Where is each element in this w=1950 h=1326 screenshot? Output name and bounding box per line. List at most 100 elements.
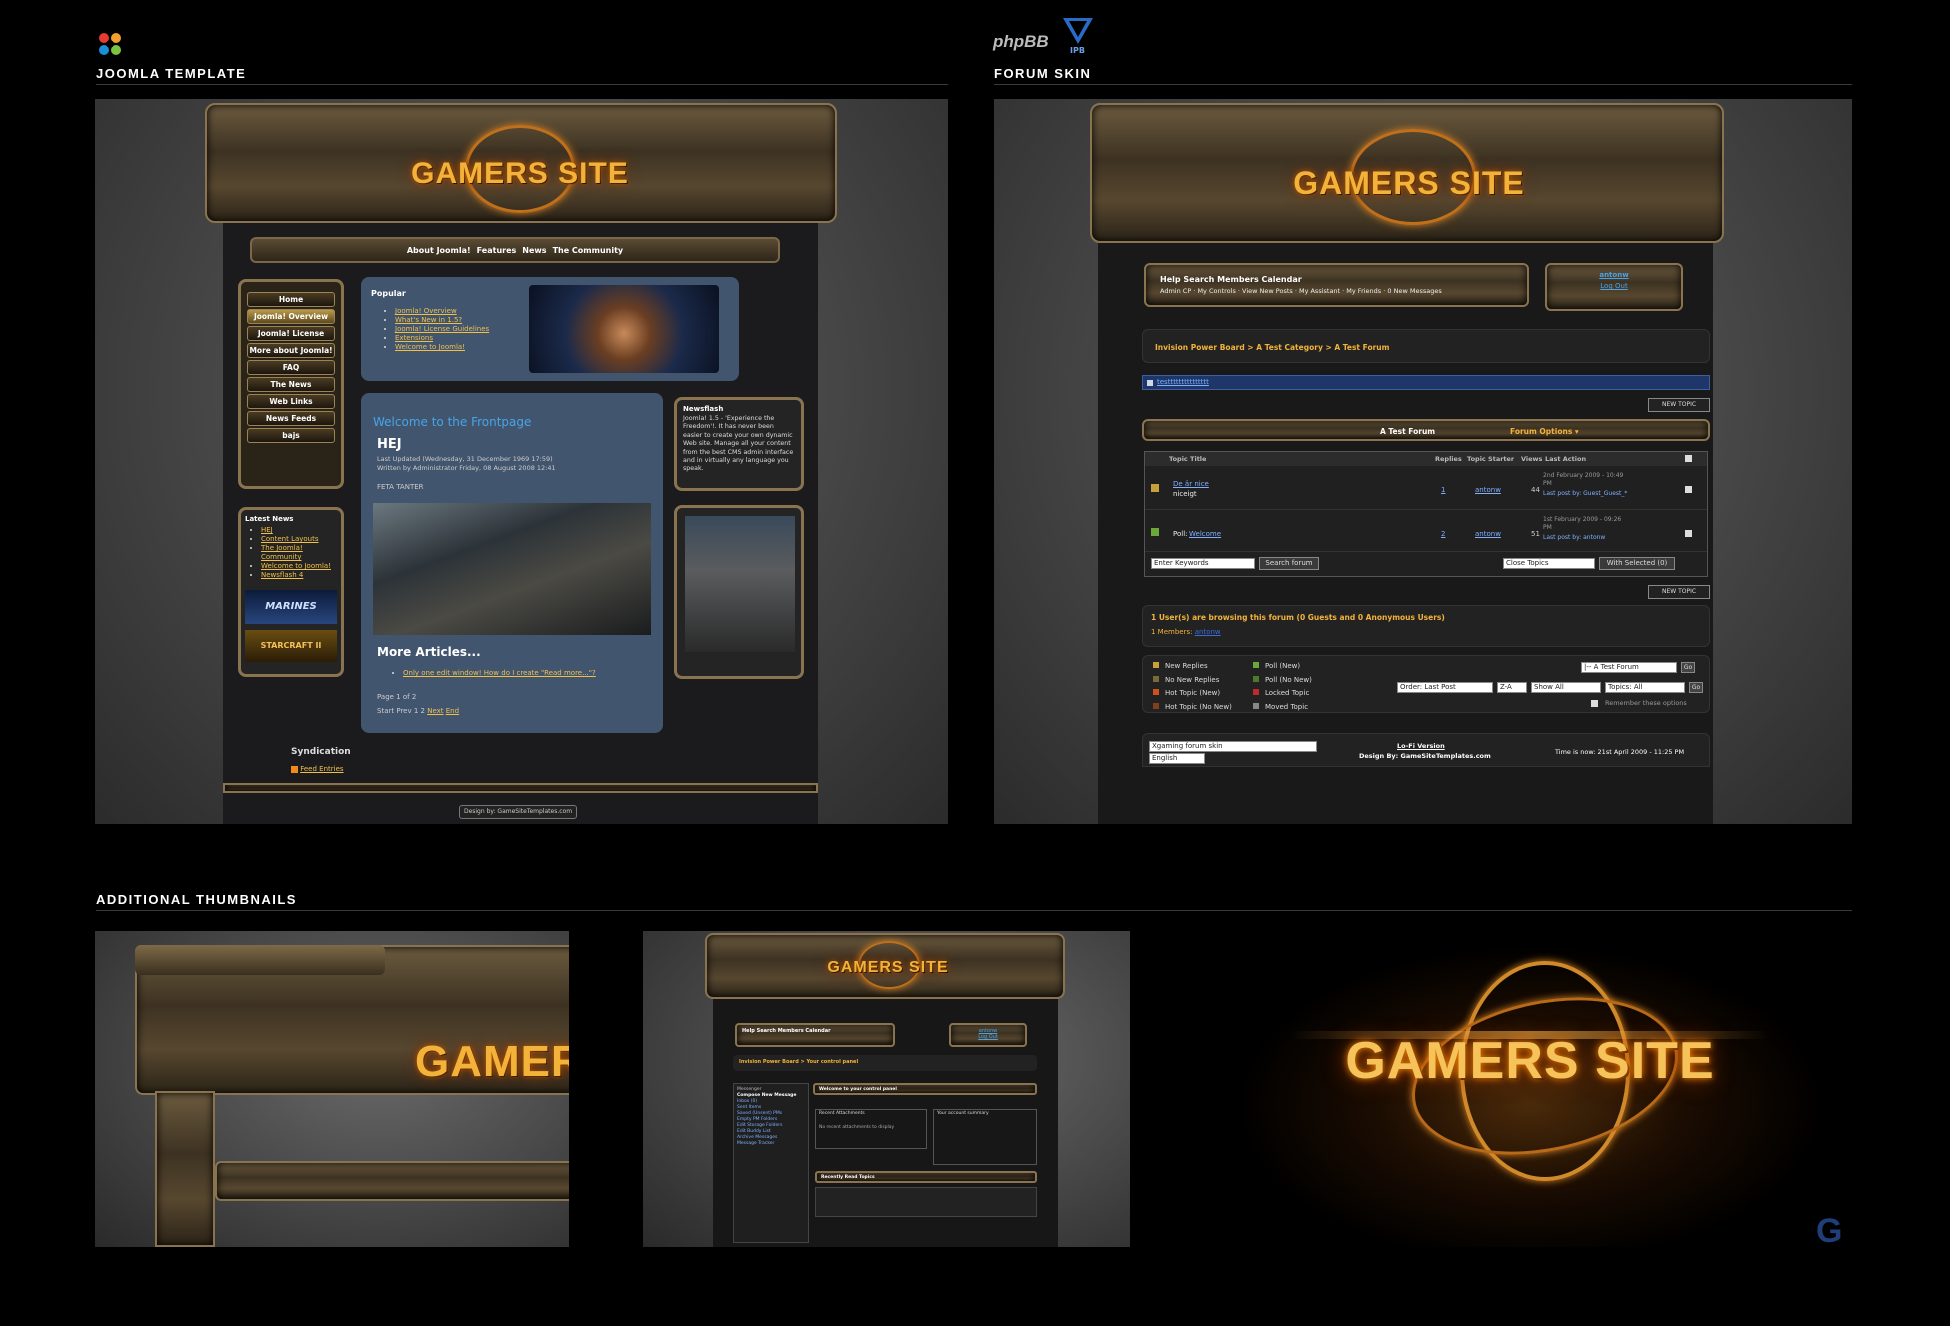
latest-news-link[interactable]: Newsflash 4 [261, 571, 303, 579]
cp-logout[interactable]: Log Out [951, 1034, 1025, 1040]
forum-options[interactable]: Forum Options ▾ [1510, 427, 1579, 436]
popular-title: Popular [371, 289, 406, 298]
rss-icon [291, 765, 298, 773]
table-row: De är nice niceigt 1 antonw 44 2nd Febru… [1145, 468, 1707, 510]
menu-news-feeds[interactable]: News Feeds [247, 411, 335, 426]
breadcrumb[interactable]: Invision Power Board > A Test Category >… [1155, 343, 1389, 352]
menu-news[interactable]: The News [247, 377, 335, 392]
nav-news[interactable]: News [522, 246, 546, 255]
skin-select[interactable]: Xgaming forum skin [1149, 741, 1317, 752]
popular-link[interactable]: What's New in 1.5? [395, 316, 462, 324]
forum-sub-nav[interactable]: Admin CP · My Controls · View New Posts … [1160, 287, 1513, 295]
announcement-link[interactable]: testtttttttttttttt [1157, 378, 1209, 386]
latest-news-title: Latest News [245, 515, 294, 523]
nav-features[interactable]: Features [477, 246, 517, 255]
menu-home[interactable]: Home [247, 292, 335, 307]
popular-link[interactable]: Extensions [395, 334, 433, 342]
menu-overview[interactable]: Joomla! Overview [247, 309, 335, 324]
latest-news-link[interactable]: The Joomla! Community [261, 544, 303, 561]
topic-checkbox[interactable] [1685, 486, 1692, 493]
divider [994, 84, 1852, 85]
popular-box: Popular Joomla! Overview What's New in 1… [361, 277, 739, 381]
search-forum-button[interactable]: Search forum [1259, 557, 1319, 570]
show-select[interactable]: Show All [1531, 682, 1601, 693]
menu-bajs[interactable]: bajs [247, 428, 335, 443]
latest-news-link[interactable]: HEJ [261, 526, 273, 534]
big-logo: GAMERS SITE [1345, 1032, 1715, 1090]
feed-link[interactable]: Feed Entries [300, 765, 343, 773]
topics-filter-select[interactable]: Topics: All [1605, 682, 1685, 693]
latest-news-link[interactable]: Content Layouts [261, 535, 319, 543]
lofi-link[interactable]: Lo-Fi Version [1397, 742, 1445, 750]
close-topics-select[interactable]: Close Topics [1503, 558, 1595, 569]
ipb-text: IPB [1070, 46, 1085, 55]
starcraft-banner[interactable]: STARCRAFT II [245, 630, 337, 662]
menu-faq[interactable]: FAQ [247, 360, 335, 375]
menu-license[interactable]: Joomla! License [247, 326, 335, 341]
menu-more-about[interactable]: More about Joomla! [247, 343, 335, 358]
latest-news-link[interactable]: Welcome to Joomla! [261, 562, 331, 570]
main-menu: Home Joomla! Overview Joomla! License Mo… [238, 279, 344, 489]
topic-title-link[interactable]: Welcome [1189, 530, 1221, 538]
newsflash-title: Newsflash [683, 405, 724, 413]
divider [96, 84, 948, 85]
time-now: Time is now: 21st April 2009 - 11:25 PM [1555, 748, 1685, 756]
logout-link[interactable]: Log Out [1547, 282, 1681, 290]
legend-box: New Replies No New Replies Hot Topic (Ne… [1142, 655, 1710, 713]
search-input[interactable]: Enter Keywords [1151, 558, 1255, 569]
divider [96, 910, 1852, 911]
article-body: FETA TANTER [377, 483, 424, 491]
design-credit[interactable]: Design By: GameSiteTemplates.com [1359, 752, 1491, 760]
popular-link[interactable]: Joomla! Overview [395, 307, 457, 315]
topic-views: 51 [1531, 530, 1540, 538]
forum-skin-screenshot: GAMERS SITE Help Search Members Calendar… [994, 99, 1852, 824]
remember-checkbox[interactable] [1591, 700, 1598, 707]
topic-starter[interactable]: antonw [1475, 530, 1501, 538]
jump-go-button[interactable]: Go [1681, 662, 1695, 673]
topic-starter[interactable]: antonw [1475, 486, 1501, 494]
new-topic-button-top[interactable]: NEW TOPIC [1648, 398, 1710, 412]
marines-banner[interactable]: MARINES [245, 590, 337, 624]
nav-community[interactable]: The Community [553, 246, 624, 255]
no-new-replies-icon [1153, 675, 1159, 682]
user-link[interactable]: antonw [1547, 271, 1681, 279]
legend-right: Poll (New) Poll (No New) Locked Topic Mo… [1253, 660, 1312, 714]
pager: Start Prev 1 2 Next End [377, 707, 459, 715]
language-select[interactable]: English [1149, 753, 1205, 764]
topic-replies[interactable]: 1 [1441, 486, 1445, 494]
more-article-link[interactable]: Only one edit window! How do I create "R… [403, 669, 596, 677]
order-select[interactable]: Order: Last Post [1397, 682, 1493, 693]
pager-end[interactable]: End [446, 707, 459, 715]
topic-last-by[interactable]: Last post by: Guest_Guest_* [1543, 490, 1629, 498]
select-all-checkbox[interactable] [1685, 455, 1692, 462]
topic-views: 44 [1531, 486, 1540, 494]
forum-jump-select[interactable]: |-- A Test Forum [1581, 662, 1677, 673]
with-selected-button[interactable]: With Selected (0) [1599, 557, 1675, 570]
cp-menu-item[interactable]: Message Tracker [737, 1141, 805, 1147]
sort-direction-select[interactable]: Z-A [1497, 682, 1527, 693]
pager-next[interactable]: Next [427, 707, 443, 715]
cp-welcome-bar: Welcome to your control panel [813, 1083, 1037, 1095]
cp-breadcrumb[interactable]: Invision Power Board > Your control pane… [739, 1059, 858, 1065]
new-topic-button-bottom[interactable]: NEW TOPIC [1648, 585, 1710, 599]
popular-link[interactable]: Joomla! License Guidelines [395, 325, 489, 333]
control-panel-thumbnail: GAMERS SITE Help Search Members Calendar… [643, 931, 1130, 1247]
member-link[interactable]: antonw [1195, 628, 1221, 636]
topic-last-by[interactable]: Last post by: antonw [1543, 534, 1629, 542]
remember-label: Remember these options [1605, 699, 1687, 707]
topic-last-date: 1st February 2009 - 09:26 PM [1543, 516, 1622, 531]
footer-credit[interactable]: Design by: GameSiteTemplates.com [459, 805, 577, 819]
menu-web-links[interactable]: Web Links [247, 394, 335, 409]
options-go-button[interactable]: Go [1689, 682, 1703, 693]
topic-replies[interactable]: 2 [1441, 530, 1445, 538]
popular-link[interactable]: Welcome to Joomla! [395, 343, 465, 351]
topic-checkbox[interactable] [1685, 530, 1692, 537]
hot-topic-no-new-icon [1153, 702, 1159, 709]
cp-top-nav[interactable]: Help Search Members Calendar [742, 1028, 888, 1034]
announcement-bar: testtttttttttttttt [1142, 375, 1710, 390]
topic-title-link[interactable]: De är nice [1173, 480, 1209, 488]
legend-new-replies: New Replies [1153, 660, 1232, 674]
forum-top-nav[interactable]: Help Search Members Calendar [1160, 275, 1513, 284]
header-closeup-thumbnail: GAMERS SITE [95, 931, 569, 1247]
nav-about[interactable]: About Joomla! [407, 246, 471, 255]
